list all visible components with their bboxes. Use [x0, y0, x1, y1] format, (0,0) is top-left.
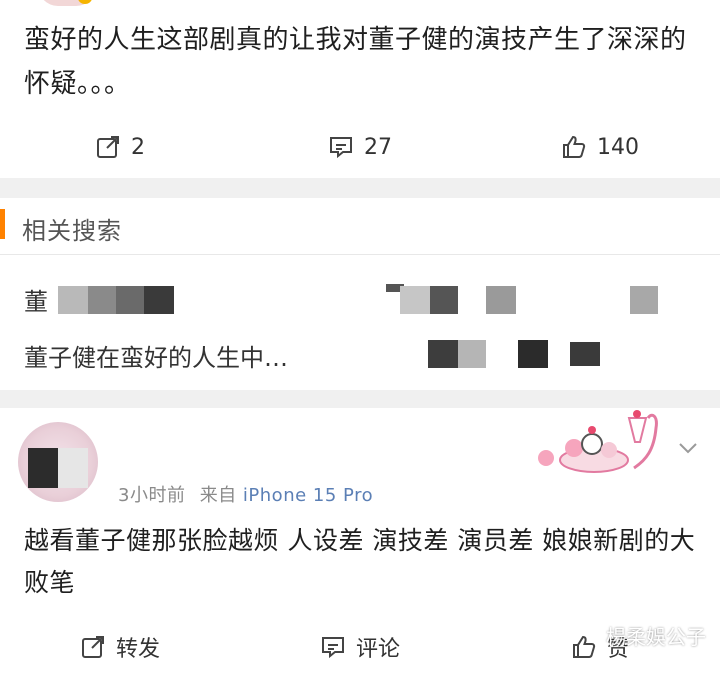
chevron-down-icon[interactable]	[678, 438, 698, 458]
post-text: 蛮好的人生这部剧真的让我对董子健的演技产生了深深的怀疑。。。	[24, 25, 687, 99]
like-button[interactable]: 140	[480, 134, 720, 160]
mosaic-block	[518, 340, 548, 368]
comment-text: 越看董子健那张脸越烦 人设差 演技差 演员差 娘娘新剧的大败笔	[24, 526, 696, 597]
cake-sticker-icon	[538, 410, 658, 473]
comment-source[interactable]: iPhone 15 Pro	[243, 485, 373, 506]
section-divider	[0, 390, 720, 408]
thumbs-up-icon	[572, 635, 596, 658]
comment-label: 评论	[355, 637, 400, 662]
repost-count: 2	[131, 134, 145, 160]
watermark: 楊柔娛公子	[606, 625, 706, 649]
related-search-title: 相关搜索	[22, 217, 122, 245]
repost-icon	[97, 136, 119, 158]
comment-button[interactable]: 评论	[240, 631, 480, 663]
comment-icon	[330, 137, 352, 159]
related-search-item[interactable]: 董	[24, 282, 48, 317]
repost-button[interactable]: 转发	[0, 631, 240, 663]
avatar[interactable]	[18, 422, 98, 502]
mosaic-block	[116, 286, 144, 314]
previous-avatar	[38, 0, 96, 6]
like-count: 140	[597, 134, 639, 160]
comment-meta: 3小时前 来自 iPhone 15 Pro	[118, 481, 373, 507]
mosaic-block	[570, 342, 600, 366]
comment-icon	[321, 637, 344, 659]
mosaic-block	[430, 286, 458, 314]
mosaic-block	[458, 340, 486, 368]
post-action-bar: 2 27 140	[0, 116, 720, 178]
section-accent-bar	[0, 209, 5, 239]
mosaic-block	[486, 286, 516, 314]
comment-time: 3小时前	[118, 485, 186, 506]
comment-source-prefix: 来自	[199, 485, 237, 506]
mosaic-block	[400, 286, 430, 314]
mosaic-block	[58, 286, 88, 314]
mosaic-block	[144, 286, 174, 314]
repost-label: 转发	[115, 637, 160, 662]
thumbs-up-icon	[563, 135, 586, 158]
repost-icon	[81, 636, 104, 658]
mosaic-block	[630, 286, 658, 314]
section-divider	[0, 178, 720, 198]
mosaic-block	[88, 286, 116, 314]
comment-count: 27	[364, 134, 392, 160]
related-search-item[interactable]: 董子健在蛮好的人生中…	[24, 338, 288, 373]
repost-button[interactable]: 2	[0, 134, 240, 160]
comment-button[interactable]: 27	[240, 134, 480, 160]
mosaic-block	[428, 340, 458, 368]
